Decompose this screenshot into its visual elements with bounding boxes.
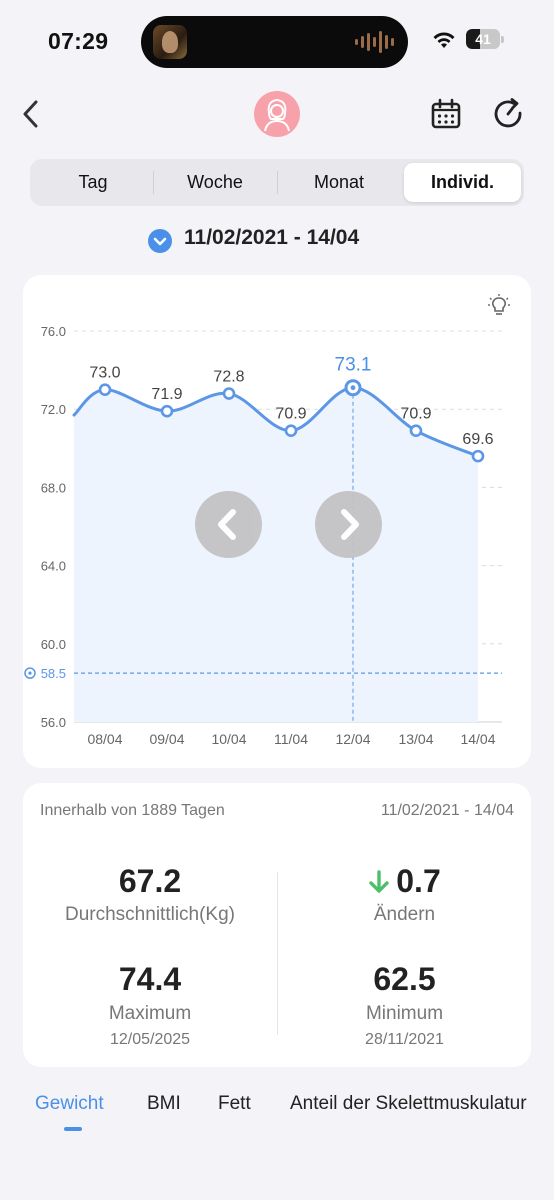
area-fill: [74, 387, 478, 722]
data-point: [98, 383, 112, 396]
chart-next-button[interactable]: [315, 491, 382, 558]
y-tick-label: 56.0: [41, 715, 66, 730]
data-label: 73.0: [89, 365, 120, 382]
data-label: 70.9: [275, 406, 306, 423]
change-label: Ändern: [373, 904, 436, 925]
data-label: 72.8: [213, 369, 244, 386]
data-point: [471, 449, 485, 463]
data-point: [160, 404, 174, 418]
target-icon-dot: [28, 671, 32, 675]
x-tick-label: 10/04: [211, 731, 246, 747]
y-tick-label: 76.0: [41, 324, 66, 339]
minimum-label: Minimum: [365, 1003, 444, 1024]
minimum-value: 62.5: [373, 961, 436, 997]
tab-fat[interactable]: Fett: [218, 1093, 251, 1115]
weight-line-chart: 76.0 72.0 68.0 64.0 60.0 56.0 58.5 73.0 08/04 71.…: [24, 324, 502, 747]
x-tick-label: 08/04: [87, 731, 122, 747]
x-tick-label: 09/04: [149, 731, 184, 747]
data-label: 69.6: [462, 431, 493, 448]
change-block: 0.7: [278, 863, 531, 900]
data-point: [222, 387, 236, 400]
y-tick-label: 68.0: [41, 480, 66, 495]
tab-skeletal-muscle[interactable]: Anteil der Skelettmuskulatur: [290, 1093, 527, 1115]
x-tick-label: 12/04: [335, 731, 370, 747]
minimum-date: 28/11/2021: [365, 1031, 444, 1048]
tab-weight-indicator: [64, 1127, 82, 1131]
x-tick-label: 13/04: [398, 731, 433, 747]
tab-weight[interactable]: Gewicht: [35, 1093, 104, 1115]
lightbulb-icon[interactable]: [488, 294, 510, 318]
data-point-center: [350, 385, 356, 391]
x-tick-label: 11/04: [274, 731, 308, 747]
y-tick-label: 60.0: [41, 637, 66, 652]
data-point: [284, 424, 298, 438]
maximum-value: 74.4: [118, 961, 182, 997]
average-value: 67.2: [118, 863, 182, 899]
x-tick-label: 14/04: [460, 731, 495, 747]
change-value: 0.7: [396, 863, 441, 899]
data-label: 71.9: [151, 386, 182, 403]
data-label: 70.9: [400, 406, 431, 423]
y-tick-label: 72.0: [41, 402, 66, 417]
maximum-date: 12/05/2025: [109, 1031, 191, 1048]
stats-range: 11/02/2021 - 14/04: [380, 802, 514, 819]
y-tick-label: 64.0: [41, 559, 66, 574]
arrow-down-icon: [369, 869, 389, 893]
average-label: Durchschnittlich(Kg): [65, 904, 235, 925]
tab-bmi[interactable]: BMI: [147, 1093, 181, 1115]
data-label: 73.1: [335, 355, 372, 376]
stats-period: Innerhalb von 1889 Tagen: [40, 802, 225, 819]
data-point: [409, 424, 423, 438]
maximum-label: Maximum: [108, 1003, 192, 1024]
target-label: 58.5: [41, 666, 66, 681]
chart-previous-button[interactable]: [195, 491, 262, 558]
